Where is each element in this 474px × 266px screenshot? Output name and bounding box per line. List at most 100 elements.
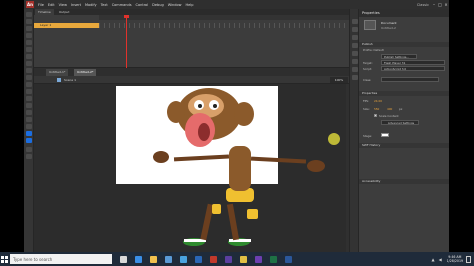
snap-icon[interactable] [26, 154, 32, 159]
frame-grid[interactable] [99, 23, 349, 28]
oval-tool-icon[interactable] [26, 68, 32, 73]
target-select[interactable]: Flash Player 31 [381, 60, 445, 65]
menu-commands[interactable]: Commands [110, 3, 134, 7]
scene-label[interactable]: Scene 1 [64, 76, 76, 84]
color-panel-icon[interactable] [352, 35, 358, 40]
stroke-color-swatch[interactable] [26, 131, 32, 136]
swap-colors-icon[interactable] [26, 147, 32, 152]
class-input[interactable] [381, 77, 439, 82]
components-panel-icon[interactable] [352, 67, 358, 72]
size-width-value[interactable]: 550 [374, 107, 379, 111]
menu-control[interactable]: Control [134, 3, 151, 7]
tab-untitled-2[interactable]: Untitled-2* [74, 69, 97, 76]
text-tool-icon[interactable] [26, 47, 32, 52]
pen-tool-icon[interactable] [26, 40, 32, 45]
section-accessibility[interactable]: Accessibility [359, 179, 449, 184]
scene-icon [57, 78, 61, 82]
taskbar-apps [116, 255, 296, 263]
scale-content-checkbox[interactable] [374, 114, 377, 117]
volume-icon[interactable]: ◀ [439, 257, 442, 262]
layer-name[interactable]: Layer 1 [40, 23, 51, 28]
workspace-switcher[interactable]: Classic [415, 3, 431, 7]
file-explorer-icon[interactable] [150, 255, 157, 263]
menu-modify[interactable]: Modify [83, 3, 99, 7]
properties-panel-icon[interactable] [352, 19, 358, 24]
premiere-icon[interactable] [255, 255, 262, 263]
notifications-icon[interactable] [466, 255, 471, 263]
bone-tool-icon[interactable] [26, 96, 32, 101]
monkey-legs [200, 203, 258, 241]
menu-insert[interactable]: Insert [69, 3, 83, 7]
fps-value[interactable]: 24.00 [374, 99, 382, 103]
eraser-tool-icon[interactable] [26, 117, 32, 122]
publish-settings-button[interactable]: Publish Settings... [381, 54, 417, 59]
paint-brush-tool-icon[interactable] [26, 89, 32, 94]
advanced-settings-button[interactable]: Advanced Settings [381, 120, 419, 125]
menu-edit[interactable]: Edit [46, 3, 57, 7]
library-panel-icon[interactable] [352, 27, 358, 32]
free-transform-tool-icon[interactable] [26, 26, 32, 31]
subselection-tool-icon[interactable] [26, 19, 32, 24]
task-view-icon[interactable] [120, 255, 127, 263]
hand-tool-icon[interactable] [26, 124, 32, 129]
paint-bucket-tool-icon[interactable] [26, 103, 32, 108]
animate-logo: An [26, 1, 34, 8]
menu-file[interactable]: File [36, 3, 46, 7]
network-icon[interactable]: ▲ [432, 257, 435, 262]
document-icon [364, 20, 376, 30]
selection-tool-icon[interactable] [26, 12, 32, 17]
pencil-tool-icon[interactable] [26, 75, 32, 80]
clock[interactable]: 9:46 AM 1/28/2019 [447, 255, 463, 263]
fill-color-swatch[interactable] [26, 138, 32, 143]
section-properties[interactable]: Properties [359, 91, 449, 96]
size-unit: px [399, 107, 403, 111]
frame-ruler[interactable] [99, 15, 349, 20]
menu-view[interactable]: View [57, 3, 69, 7]
line-tool-icon[interactable] [26, 54, 32, 59]
menu-help[interactable]: Help [184, 3, 196, 7]
chrome-icon[interactable] [240, 255, 247, 263]
taskbar-search-box[interactable]: Type here to search [10, 254, 112, 264]
class-label: Class: [363, 78, 372, 82]
menu-debug[interactable]: Debug [150, 3, 166, 7]
monkey-body [229, 146, 251, 191]
motion-presets-panel-icon[interactable] [352, 75, 358, 80]
script-select[interactable]: ActionScript 3.0 [381, 66, 445, 71]
mail-icon[interactable] [180, 255, 187, 263]
letterbox-left [0, 0, 24, 252]
tab-untitled-1[interactable]: Untitled-1* [46, 69, 69, 76]
lasso-tool-icon[interactable] [26, 33, 32, 38]
zoom-select[interactable]: 100% [330, 77, 348, 83]
rectangle-tool-icon[interactable] [26, 61, 32, 66]
properties-panel-title[interactable]: Properties [359, 9, 449, 17]
start-button[interactable] [0, 252, 9, 266]
target-label: Target: [363, 61, 373, 65]
monkey-character[interactable] [34, 84, 349, 252]
brush-tool-icon[interactable] [26, 82, 32, 87]
eyedropper-tool-icon[interactable] [26, 110, 32, 115]
align-panel-icon[interactable] [352, 51, 358, 56]
pasteboard[interactable] [34, 84, 349, 252]
media-encoder-icon[interactable] [225, 255, 232, 263]
animate-window: An File Edit View Insert Modify Text Com… [24, 0, 449, 252]
transform-panel-icon[interactable] [352, 59, 358, 64]
swatches-panel-icon[interactable] [352, 43, 358, 48]
menu-bar: An File Edit View Insert Modify Text Com… [24, 0, 449, 9]
playhead-handle[interactable] [124, 15, 129, 18]
excel-icon[interactable] [270, 255, 277, 263]
system-tray: ▲ ◀ 9:46 AM 1/28/2019 [430, 255, 474, 263]
animate-icon[interactable] [210, 255, 217, 263]
edge-icon[interactable] [135, 255, 142, 263]
word-icon[interactable] [285, 255, 292, 263]
menu-window[interactable]: Window [166, 3, 184, 7]
section-publish[interactable]: Publish [359, 42, 449, 47]
photoshop-icon[interactable] [195, 255, 202, 263]
menu-text[interactable]: Text [99, 3, 110, 7]
size-height-value[interactable]: 400 [387, 107, 392, 111]
stage-color-swatch[interactable] [381, 133, 389, 137]
clock-date: 1/28/2019 [446, 259, 463, 263]
playhead[interactable] [126, 15, 127, 68]
close-icon[interactable]: × [443, 0, 449, 9]
section-swf-history[interactable]: SWF History [359, 143, 449, 148]
store-icon[interactable] [165, 255, 172, 263]
